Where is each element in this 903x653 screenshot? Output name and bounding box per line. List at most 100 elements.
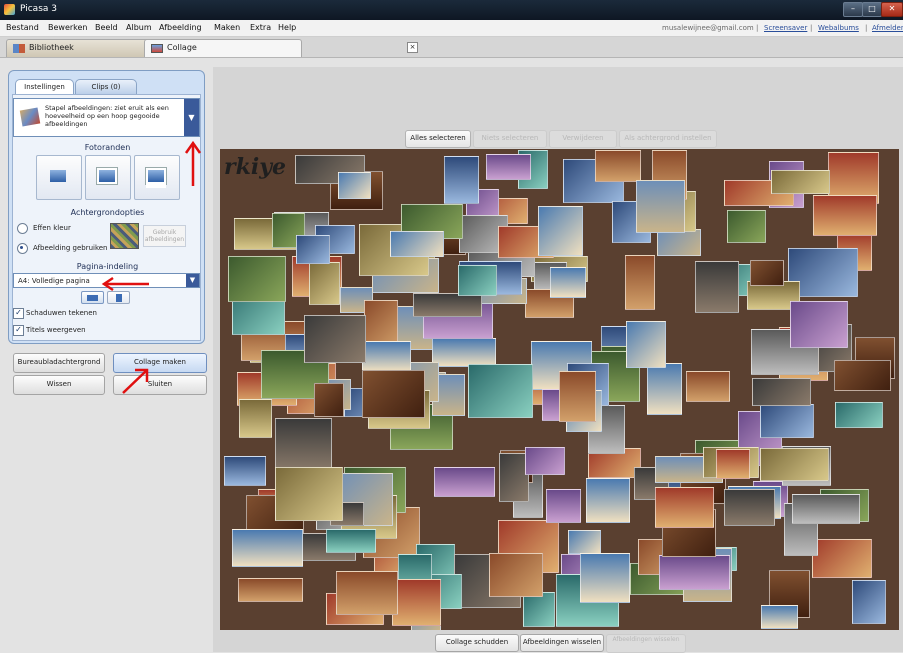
collage-photo[interactable] — [559, 371, 596, 422]
collage-photo[interactable] — [659, 555, 730, 590]
collage-photo[interactable] — [647, 363, 682, 415]
collage-photo[interactable] — [362, 341, 411, 372]
minimize-button[interactable]: – — [843, 2, 863, 17]
collage-photo[interactable] — [724, 489, 775, 526]
collage-style-dropdown[interactable]: Stapel afbeeldingen: ziet eruit als een … — [13, 98, 200, 137]
collage-canvas[interactable]: rkiye — [220, 149, 899, 630]
portrait-orientation-button[interactable] — [107, 291, 130, 304]
collage-photo[interactable] — [716, 449, 750, 479]
collage-photo[interactable] — [538, 206, 583, 256]
tab-collage[interactable]: Collage × — [144, 39, 418, 57]
collage-photo[interactable] — [468, 364, 533, 418]
collage-photo[interactable] — [390, 231, 444, 257]
collage-photo[interactable] — [595, 150, 641, 182]
collage-photo[interactable] — [695, 261, 739, 313]
collage-photo[interactable] — [238, 578, 303, 602]
collage-photo[interactable] — [657, 229, 701, 256]
collage-photo[interactable] — [835, 402, 883, 428]
collage-photo[interactable] — [580, 553, 630, 603]
collage-photo[interactable] — [432, 338, 496, 367]
collage-photo[interactable] — [760, 404, 814, 438]
collage-photo[interactable] — [392, 579, 441, 626]
collage-photo[interactable] — [771, 170, 830, 194]
desktop-background-button[interactable]: Bureaubladachtergrond — [13, 353, 105, 373]
collage-photo[interactable] — [239, 399, 272, 438]
border-white-button[interactable] — [85, 155, 131, 200]
select-all-button[interactable]: Alles selecteren — [405, 130, 471, 148]
tab-settings[interactable]: Instellingen — [15, 79, 74, 95]
collage-photo[interactable] — [296, 235, 330, 264]
menu-bewerken[interactable]: Bewerken — [48, 23, 88, 32]
collage-photo[interactable] — [686, 371, 730, 402]
tab-clips[interactable]: Clips (0) — [75, 79, 137, 95]
link-afmelden[interactable]: Afmelden — [872, 24, 903, 32]
background-image-swatch[interactable] — [110, 223, 139, 249]
collage-photo[interactable] — [761, 605, 798, 629]
radio-solid-color[interactable] — [17, 223, 28, 234]
menu-maken[interactable]: Maken — [214, 23, 240, 32]
collage-photo[interactable] — [812, 539, 872, 578]
swap-photos-button[interactable]: Afbeeldingen wisselen — [606, 634, 686, 653]
collage-photo[interactable] — [760, 448, 829, 481]
collage-photo[interactable] — [750, 260, 784, 286]
collage-photo[interactable] — [304, 315, 366, 363]
clear-selection-button[interactable]: Niets selecteren — [473, 130, 547, 148]
collage-photo[interactable] — [546, 489, 581, 523]
link-screensaver[interactable]: Screensaver — [764, 24, 807, 32]
menu-beeld[interactable]: Beeld — [95, 23, 118, 32]
collage-photo[interactable] — [413, 293, 482, 317]
landscape-orientation-button[interactable] — [81, 291, 104, 304]
collage-photo[interactable] — [625, 255, 655, 310]
collage-photo[interactable] — [326, 529, 376, 553]
link-webalbums[interactable]: Webalbums — [818, 24, 859, 32]
chevron-down-icon[interactable]: ▼ — [186, 274, 199, 287]
collage-photo[interactable] — [792, 494, 860, 524]
collage-photo[interactable] — [626, 321, 666, 368]
collage-photo[interactable] — [550, 267, 586, 298]
close-tab-icon[interactable]: × — [407, 42, 418, 53]
menu-bestand[interactable]: Bestand — [6, 23, 39, 32]
collage-photo[interactable] — [727, 210, 766, 243]
collage-photo[interactable] — [434, 467, 495, 497]
collage-photo[interactable] — [362, 370, 425, 418]
collage-photo[interactable] — [752, 378, 811, 406]
shuffle-collage-button[interactable]: Collage schudden — [435, 634, 519, 652]
maximize-button[interactable]: □ — [862, 2, 882, 17]
collage-photo[interactable] — [523, 592, 555, 627]
collage-photo[interactable] — [655, 487, 714, 528]
collage-photo[interactable] — [314, 383, 344, 417]
collage-photo[interactable] — [338, 172, 371, 199]
choose-background-button[interactable]: Gebruik afbeeldingen — [143, 225, 186, 247]
collage-photo[interactable] — [568, 530, 601, 554]
chevron-down-icon[interactable]: ▼ — [184, 99, 199, 136]
collage-photo[interactable] — [275, 418, 332, 472]
close-window-button[interactable]: ✕ — [881, 2, 903, 17]
collage-photo[interactable] — [228, 256, 286, 302]
border-none-button[interactable] — [36, 155, 82, 200]
swap-images-button[interactable]: Afbeeldingen wisselen — [520, 634, 604, 652]
collage-photo[interactable] — [232, 529, 303, 567]
collage-photo[interactable] — [790, 301, 848, 348]
border-polaroid-button[interactable] — [134, 155, 180, 200]
collage-photo[interactable] — [852, 580, 886, 624]
clear-button[interactable]: Wissen — [13, 375, 105, 395]
collage-photo[interactable] — [586, 478, 630, 523]
collage-photo[interactable] — [813, 195, 877, 236]
menu-album[interactable]: Album — [126, 23, 152, 32]
set-as-background-button[interactable]: Als achtergrond instellen — [619, 130, 717, 148]
menu-help[interactable]: Help — [278, 23, 296, 32]
collage-photo[interactable] — [444, 156, 479, 204]
tab-library[interactable]: Bibliotheek — [6, 39, 167, 57]
checkbox-show-titles[interactable]: ✓ — [13, 325, 24, 336]
remove-button[interactable]: Verwijderen — [549, 130, 617, 148]
collage-photo[interactable] — [486, 154, 531, 180]
collage-photo[interactable] — [525, 447, 565, 475]
menu-afbeelding[interactable]: Afbeelding — [159, 23, 202, 32]
collage-photo[interactable] — [636, 180, 685, 233]
checkbox-draw-shadows[interactable]: ✓ — [13, 308, 24, 319]
radio-use-image[interactable] — [17, 243, 28, 254]
collage-photo[interactable] — [834, 360, 891, 391]
collage-photo[interactable] — [489, 553, 543, 597]
collage-photo[interactable] — [275, 467, 343, 521]
collage-photo[interactable] — [458, 265, 497, 296]
